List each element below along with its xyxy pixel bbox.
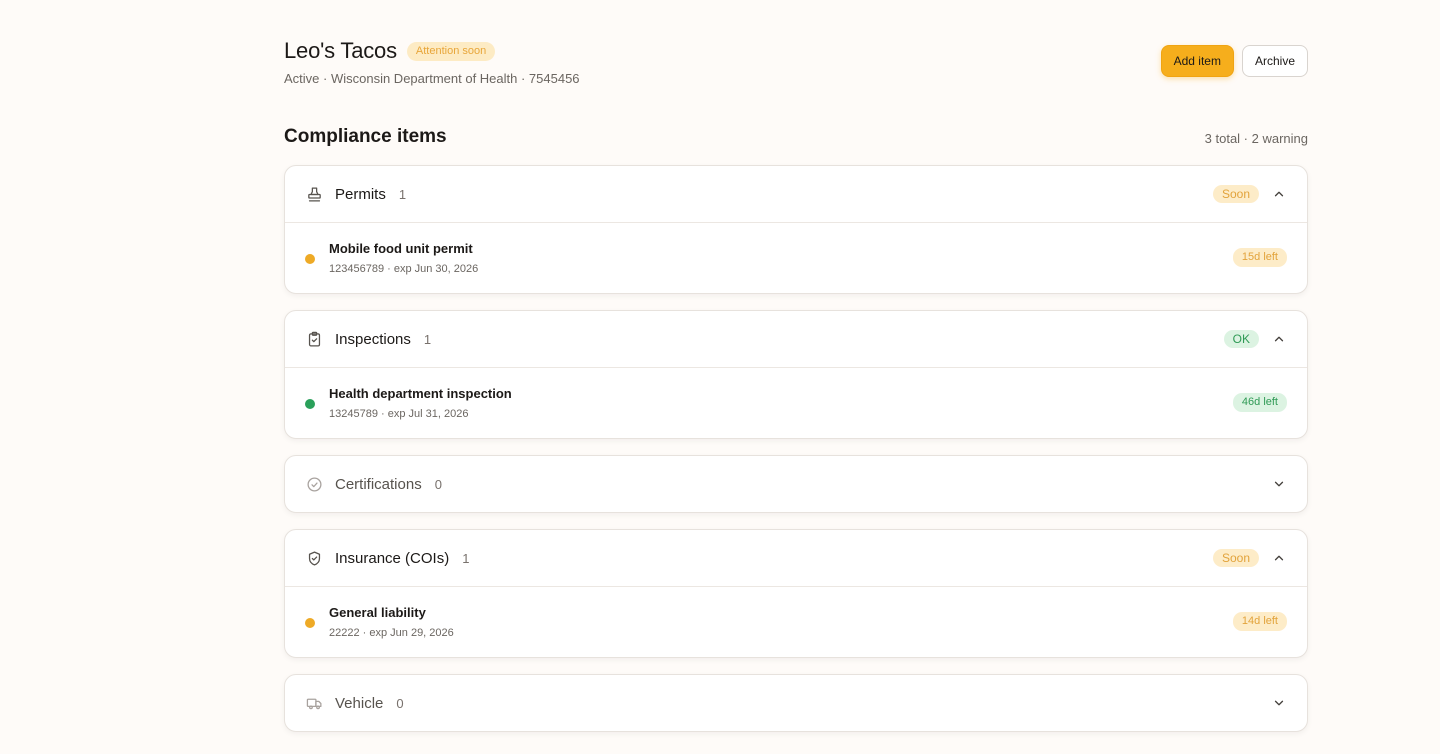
days-left-badge: 14d left <box>1232 612 1287 631</box>
category-card-inspections: Inspections 1 OK Health department inspe… <box>284 310 1308 439</box>
status-dot <box>305 399 315 409</box>
category-card-insurance: Insurance (COIs) 1 Soon General liabilit… <box>284 529 1308 658</box>
category-name: Vehicle <box>335 694 384 712</box>
page-header: Leo's Tacos Attention soon Active · Wisc… <box>284 0 1308 118</box>
item-name: General liability <box>329 605 426 620</box>
status-badge: Soon <box>1212 549 1259 567</box>
status-badge: Attention soon <box>406 41 496 61</box>
main-content: Leo's Tacos Attention soon Active · Wisc… <box>284 0 1308 732</box>
category-header-insurance[interactable]: Insurance (COIs) 1 Soon <box>285 530 1307 586</box>
status-dot <box>305 254 315 264</box>
status-dot <box>305 618 315 628</box>
section-summary: 3 total · 2 warning <box>1204 131 1308 146</box>
page-title: Leo's Tacos <box>284 38 397 63</box>
truck-icon <box>305 694 323 712</box>
add-item-button[interactable]: Add item <box>1160 45 1234 77</box>
category-name: Permits <box>335 185 386 203</box>
category-count: 0 <box>396 695 404 711</box>
category-card-permits: Permits 1 Soon Mobile food unit permit 1… <box>284 165 1308 294</box>
list-item[interactable]: General liability 22222 · exp Jun 29, 20… <box>285 587 1307 657</box>
list-item[interactable]: Health department inspection 13245789 · … <box>285 368 1307 438</box>
chevron-down-icon[interactable] <box>1271 476 1287 492</box>
chevron-up-icon[interactable] <box>1271 186 1287 202</box>
page-subtitle: Active · Wisconsin Department of Health … <box>284 71 580 86</box>
category-count: 0 <box>434 476 442 492</box>
item-meta: 22222 · exp Jun 29, 2026 <box>329 627 454 639</box>
shield-check-icon <box>305 549 323 567</box>
chevron-down-icon[interactable] <box>1271 695 1287 711</box>
category-count: 1 <box>423 331 432 347</box>
status-badge: OK <box>1223 330 1259 348</box>
category-name: Insurance (COIs) <box>335 549 450 567</box>
section-title: Compliance items <box>284 126 447 147</box>
item-name: Health department inspection <box>329 386 512 401</box>
item-meta: 13245789 · exp Jul 31, 2026 <box>329 408 469 420</box>
days-left-badge: 46d left <box>1232 393 1287 412</box>
status-badge: Soon <box>1212 185 1259 203</box>
stamp-icon <box>305 185 323 203</box>
category-header-vehicle[interactable]: Vehicle 0 <box>285 675 1307 731</box>
archive-button[interactable]: Archive <box>1241 45 1308 77</box>
category-card-vehicle: Vehicle 0 <box>284 674 1308 732</box>
category-card-certifications: Certifications 0 <box>284 455 1308 513</box>
category-header-permits[interactable]: Permits 1 Soon <box>285 166 1307 222</box>
chevron-up-icon[interactable] <box>1271 550 1287 566</box>
list-item[interactable]: Mobile food unit permit 123456789 · exp … <box>285 223 1307 293</box>
chevron-up-icon[interactable] <box>1271 331 1287 347</box>
circle-check-icon <box>305 475 323 493</box>
category-name: Certifications <box>335 475 422 493</box>
days-left-badge: 15d left <box>1232 248 1287 267</box>
category-header-certifications[interactable]: Certifications 0 <box>285 456 1307 512</box>
category-header-inspections[interactable]: Inspections 1 OK <box>285 311 1307 367</box>
clipboard-check-icon <box>305 330 323 348</box>
category-name: Inspections <box>335 330 411 348</box>
category-count: 1 <box>462 550 470 566</box>
item-name: Mobile food unit permit <box>329 241 473 256</box>
item-meta: 123456789 · exp Jun 30, 2026 <box>329 263 479 275</box>
category-count: 1 <box>398 186 407 202</box>
